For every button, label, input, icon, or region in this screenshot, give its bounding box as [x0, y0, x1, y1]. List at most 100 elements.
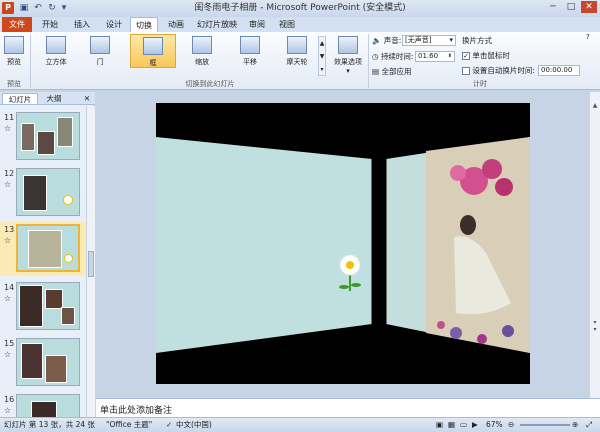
help-icon[interactable]: ? — [586, 33, 596, 43]
after-time-input[interactable]: 00:00.00 — [538, 65, 580, 76]
scroll-arrows[interactable]: ▲ ▾ ▾ — [591, 102, 599, 382]
thumb-image — [16, 224, 80, 272]
thumb-image — [16, 112, 80, 160]
fit-to-window-icon[interactable]: ⤢ — [586, 418, 592, 432]
customize-icon[interactable]: ▾ — [58, 2, 70, 14]
slide-thumbnail-14[interactable]: 14 ☆ — [0, 280, 88, 334]
transition-star-icon: ☆ — [4, 236, 12, 245]
after-checkbox[interactable] — [462, 67, 470, 75]
slide-number: 12 — [4, 169, 15, 178]
after-row[interactable]: 设置自动换片时间: — [462, 65, 538, 77]
scroll-thumb[interactable] — [88, 251, 94, 277]
on-click-label: 单击鼠标时 — [472, 51, 510, 60]
reading-view-icon[interactable]: ▭ — [460, 418, 467, 432]
sound-select[interactable]: [无声音] ▾ — [402, 35, 456, 46]
transition-label: 框 — [149, 59, 157, 67]
close-icon[interactable]: ✕ — [82, 93, 92, 105]
notes-pane[interactable]: 单击此处添加备注 — [96, 398, 600, 417]
slide-number: 11 — [4, 113, 15, 122]
tab-outline[interactable]: 大纲 — [40, 93, 68, 105]
zoom-in-icon[interactable]: ⊕ — [572, 418, 578, 432]
transition-label: 门 — [96, 58, 104, 66]
tab-review[interactable]: 审阅 — [243, 17, 271, 32]
chevron-down-icon: ▾ — [449, 36, 453, 44]
spellcheck-icon[interactable]: ✓ — [166, 418, 172, 432]
slides-scrollbar[interactable] — [86, 106, 95, 417]
divider — [30, 34, 31, 88]
cube-transition-icon — [46, 36, 66, 54]
tab-animations[interactable]: 动画 — [162, 17, 190, 32]
transition-pan-button[interactable]: 平移 — [234, 36, 266, 67]
zoom-out-icon[interactable]: ⊖ — [508, 418, 514, 432]
slide-thumbnail-11[interactable]: 11 ☆ — [0, 110, 88, 164]
tab-file[interactable]: 文件 — [2, 17, 32, 32]
slide-thumbnail-16[interactable]: 16 ☆ — [0, 392, 88, 417]
close-button[interactable]: ✕ — [581, 1, 597, 13]
language-indicator[interactable]: 中文(中国) — [176, 418, 212, 432]
thumb-image — [16, 282, 80, 330]
slide-thumbnail-15[interactable]: 15 ☆ — [0, 336, 88, 390]
redo-icon[interactable]: ↻ — [46, 2, 58, 14]
preview-label: 预览 — [7, 58, 21, 66]
apply-all-label: 全部应用 — [381, 67, 412, 76]
on-click-checkbox[interactable]: ✓ — [462, 52, 470, 60]
slide-sorter-icon[interactable]: ▦ — [448, 418, 455, 432]
advance-title: 换片方式 — [462, 36, 492, 45]
effect-options-icon — [338, 36, 358, 54]
tab-transitions[interactable]: 切换 — [130, 17, 158, 32]
zoom-slider[interactable] — [520, 424, 570, 426]
minimize-button[interactable]: ─ — [545, 1, 561, 13]
transition-door-button[interactable]: 门 — [84, 36, 116, 67]
undo-icon[interactable]: ↶ — [32, 2, 44, 14]
on-click-row[interactable]: ✓ 单击鼠标时 — [462, 50, 542, 62]
spinner-icon: ⬍ — [447, 53, 452, 59]
effect-options-button[interactable]: 效果选项 ▾ — [330, 36, 366, 75]
sound-label: 声音: — [383, 36, 402, 45]
duration-label: 持续时间: — [380, 52, 414, 61]
powerpoint-app-icon[interactable]: P — [2, 2, 14, 14]
window-title: 闺冬雨电子相册 - Microsoft PowerPoint (安全模式) — [194, 3, 406, 13]
maximize-button[interactable]: □ — [563, 1, 579, 13]
editor-scrollbar[interactable]: ▲ ▾ ▾ — [589, 92, 600, 398]
slide-number: 14 — [4, 283, 15, 292]
tab-slideshow[interactable]: 幻灯片放映 — [193, 17, 241, 32]
preview-button[interactable]: 预览 — [0, 36, 28, 67]
slide-canvas[interactable] — [156, 103, 530, 384]
after-label: 设置自动换片时间: — [472, 66, 535, 75]
box-transition-icon — [143, 37, 163, 55]
tab-home[interactable]: 开始 — [36, 17, 64, 32]
tab-view[interactable]: 视图 — [273, 17, 301, 32]
gallery-scroll[interactable]: ▲ ▼ ▾ — [318, 36, 326, 76]
group-label-transitions: 切换到此幻灯片 — [185, 80, 235, 88]
thumb-image — [16, 394, 80, 417]
preview-icon — [4, 36, 24, 54]
apply-all-button[interactable]: ▤ 全部应用 — [372, 66, 432, 78]
figure-head — [460, 215, 476, 235]
transition-star-icon: ☆ — [4, 406, 12, 415]
thumb-image — [16, 168, 80, 216]
chevron-down-icon: ▾ — [346, 67, 350, 75]
save-icon[interactable]: ▣ — [18, 2, 30, 14]
zoom-level[interactable]: 67% — [486, 418, 503, 432]
transition-label: 平移 — [243, 58, 257, 66]
tab-design[interactable]: 设计 — [100, 17, 128, 32]
slide-counter: 幻灯片 第 13 张，共 24 张 — [4, 420, 96, 429]
group-label-preview: 预览 — [7, 80, 21, 88]
transition-box-button[interactable]: 框 — [130, 34, 176, 68]
duration-value: 01.60 — [418, 52, 439, 60]
sound-value: [无声音] — [405, 36, 432, 44]
normal-view-icon[interactable]: ▣ — [436, 418, 443, 432]
transition-ferris-wheel-button[interactable]: 摩天轮 — [280, 36, 314, 67]
slide-number: 15 — [4, 339, 15, 348]
slide-number: 13 — [4, 225, 15, 234]
transition-cube-button[interactable]: 立方体 — [40, 36, 72, 67]
transition-star-icon: ☆ — [4, 350, 12, 359]
transition-zoom-button[interactable]: 缩放 — [186, 36, 218, 67]
tab-insert[interactable]: 插入 — [68, 17, 96, 32]
slideshow-icon[interactable]: ▶ — [472, 418, 478, 432]
slide-thumbnail-12[interactable]: 12 ☆ — [0, 166, 88, 220]
door-transition-icon — [90, 36, 110, 54]
slide-thumbnail-13[interactable]: 13 ☆ — [0, 222, 86, 276]
duration-input[interactable]: 01.60 ⬍ — [415, 51, 455, 62]
tab-slides[interactable]: 幻灯片 — [2, 93, 38, 105]
